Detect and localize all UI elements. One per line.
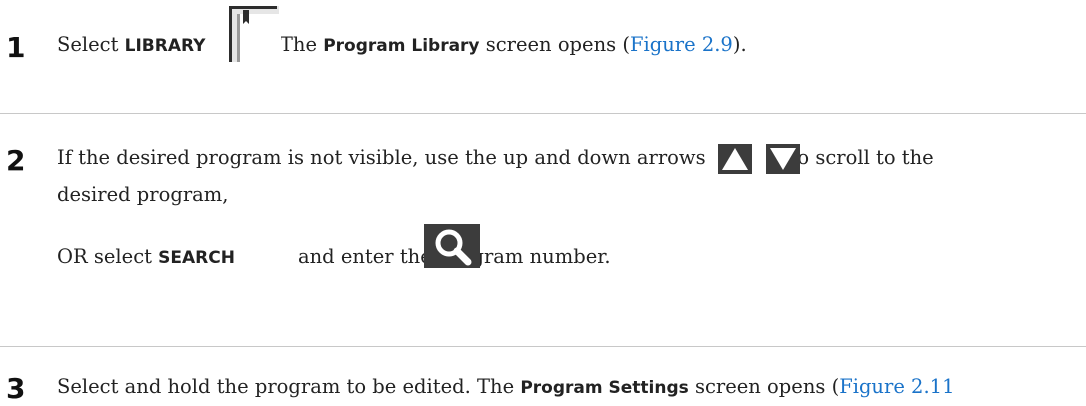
- text-span: If the desired program is not visible, u…: [57, 146, 706, 169]
- step-number: 1: [6, 31, 26, 64]
- text-span: ).: [732, 33, 747, 56]
- up-arrow-icon: [718, 144, 752, 178]
- program-settings-keyword: Program Settings: [520, 378, 689, 398]
- text-span: OR select: [57, 245, 159, 268]
- text-span: Select and hold the program to be edited…: [57, 375, 521, 398]
- step-number: 2: [6, 144, 26, 177]
- step-number: 3: [6, 372, 26, 405]
- text-span: screen opens (: [479, 33, 630, 56]
- step-text: Select and hold the program to be edited…: [57, 375, 954, 398]
- search-keyword: SEARCH: [158, 248, 235, 268]
- figure-link[interactable]: Figure 2.11: [839, 375, 954, 398]
- text-span: screen opens (: [688, 375, 840, 398]
- down-arrow-icon: [766, 144, 800, 178]
- text-span: to scroll to the: [789, 146, 934, 169]
- search-icon: [424, 224, 480, 272]
- program-library-keyword: Program Library: [323, 36, 480, 56]
- divider: [0, 113, 1086, 114]
- divider: [0, 346, 1086, 347]
- step-text: Select LIBRARY. The Program Library scre…: [57, 33, 747, 56]
- text-span: Select: [57, 33, 125, 56]
- figure-link[interactable]: Figure 2.9: [630, 33, 733, 56]
- step-line-3: OR select SEARCH and enter the program nu…: [57, 245, 611, 268]
- library-icon: [227, 4, 281, 66]
- step-line-1: If the desired program is not visible, u…: [57, 146, 934, 169]
- library-keyword: LIBRARY: [124, 36, 206, 56]
- step-line-2: desired program,: [57, 183, 229, 206]
